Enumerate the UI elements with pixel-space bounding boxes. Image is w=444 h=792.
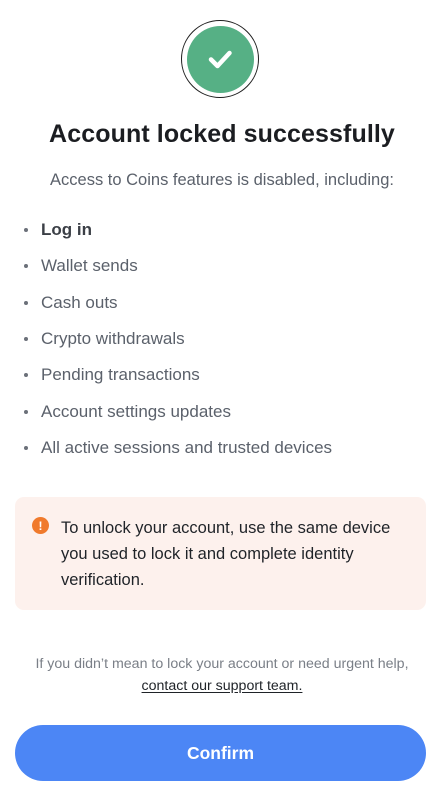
list-item: Wallet sends xyxy=(24,248,332,284)
disabled-features-list: Log in Wallet sends Cash outs Crypto wit… xyxy=(24,212,332,466)
list-item-label: Log in xyxy=(41,220,92,240)
success-badge xyxy=(181,20,259,98)
notice-text: To unlock your account, use the same dev… xyxy=(61,519,391,589)
bullet-icon xyxy=(24,300,28,305)
warning-icon: ! xyxy=(32,517,49,534)
help-message: If you didn’t mean to lock your account … xyxy=(35,656,409,672)
bullet-icon xyxy=(24,228,28,233)
bullet-icon xyxy=(24,373,28,378)
bullet-icon xyxy=(24,337,28,342)
list-item: Log in xyxy=(24,212,332,248)
bullet-icon xyxy=(24,264,28,269)
list-item: Pending transactions xyxy=(24,357,332,393)
bullet-icon xyxy=(24,445,28,450)
list-item-label: Crypto withdrawals xyxy=(41,329,185,349)
page-subtitle: Access to Coins features is disabled, in… xyxy=(50,171,394,189)
list-item-label: All active sessions and trusted devices xyxy=(41,437,333,457)
page-title: Account locked successfully xyxy=(49,120,395,148)
bullet-icon xyxy=(24,409,28,414)
checkmark-icon xyxy=(186,25,254,93)
list-item: All active sessions and trusted devices xyxy=(24,430,332,466)
unlock-notice: ! To unlock your account, use the same d… xyxy=(15,497,426,610)
confirm-button[interactable]: Confirm xyxy=(15,725,426,781)
list-item: Crypto withdrawals xyxy=(24,321,332,357)
list-item-label: Account settings updates xyxy=(41,401,231,421)
list-item-label: Cash outs xyxy=(41,292,118,312)
list-item: Cash outs xyxy=(24,285,332,321)
help-text: If you didn’t mean to lock your account … xyxy=(20,653,424,697)
list-item: Account settings updates xyxy=(24,393,332,429)
list-item-label: Wallet sends xyxy=(41,256,138,276)
list-item-label: Pending transactions xyxy=(41,365,200,385)
contact-support-link[interactable]: contact our support team. xyxy=(142,678,303,694)
